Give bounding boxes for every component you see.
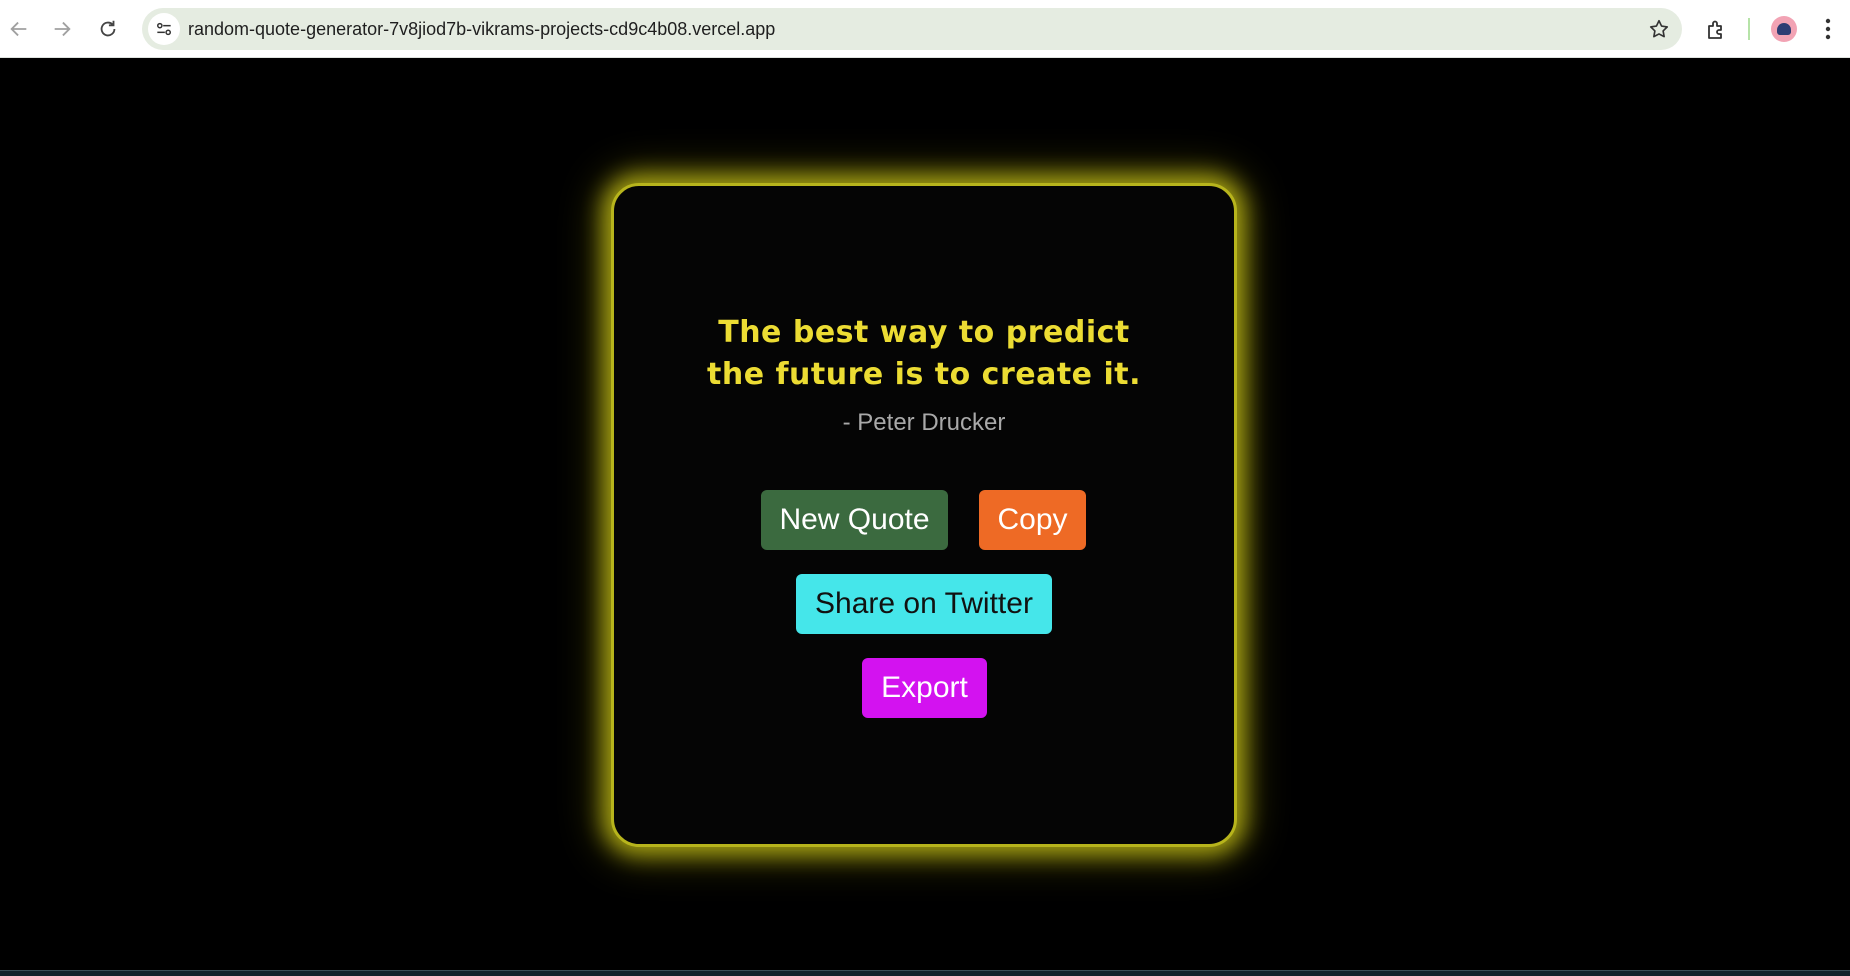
new-quote-button[interactable]: New Quote: [761, 490, 948, 550]
copy-button[interactable]: Copy: [979, 490, 1086, 550]
quote-card: The best way to predict the future is to…: [611, 183, 1237, 847]
forward-button[interactable]: [43, 10, 81, 48]
extensions-button[interactable]: [1699, 13, 1733, 47]
back-icon: [10, 21, 27, 37]
more-menu-icon: [1825, 18, 1831, 40]
forward-icon: [54, 21, 71, 37]
site-info-button[interactable]: [148, 13, 180, 45]
share-twitter-button[interactable]: Share on Twitter: [796, 574, 1052, 634]
quote-text: The best way to predict the future is to…: [614, 312, 1234, 396]
more-menu-button[interactable]: [1814, 14, 1842, 44]
bookmark-button[interactable]: [1646, 16, 1672, 42]
site-info-icon: [157, 22, 171, 36]
back-button[interactable]: [0, 10, 38, 48]
star-icon: [1649, 19, 1669, 38]
toolbar-divider: [1748, 18, 1750, 40]
quote-author: - Peter Drucker: [842, 409, 1006, 436]
reload-button[interactable]: [89, 10, 127, 48]
profile-avatar[interactable]: [1771, 16, 1797, 42]
page-viewport: The best way to predict the future is to…: [0, 59, 1850, 970]
avatar-icon: [1777, 23, 1791, 35]
url-text[interactable]: random-quote-generator-7v8jiod7b-vikrams…: [188, 19, 775, 40]
export-button[interactable]: Export: [862, 658, 987, 718]
extensions-icon: [1708, 20, 1722, 39]
quote-line-1: The best way to predict: [718, 315, 1130, 350]
quote-line-2: the future is to create it.: [707, 357, 1141, 392]
reload-icon: [100, 20, 116, 37]
window-bottom-edge: [0, 970, 1850, 976]
address-bar[interactable]: random-quote-generator-7v8jiod7b-vikrams…: [142, 8, 1682, 50]
browser-toolbar: random-quote-generator-7v8jiod7b-vikrams…: [0, 0, 1850, 58]
